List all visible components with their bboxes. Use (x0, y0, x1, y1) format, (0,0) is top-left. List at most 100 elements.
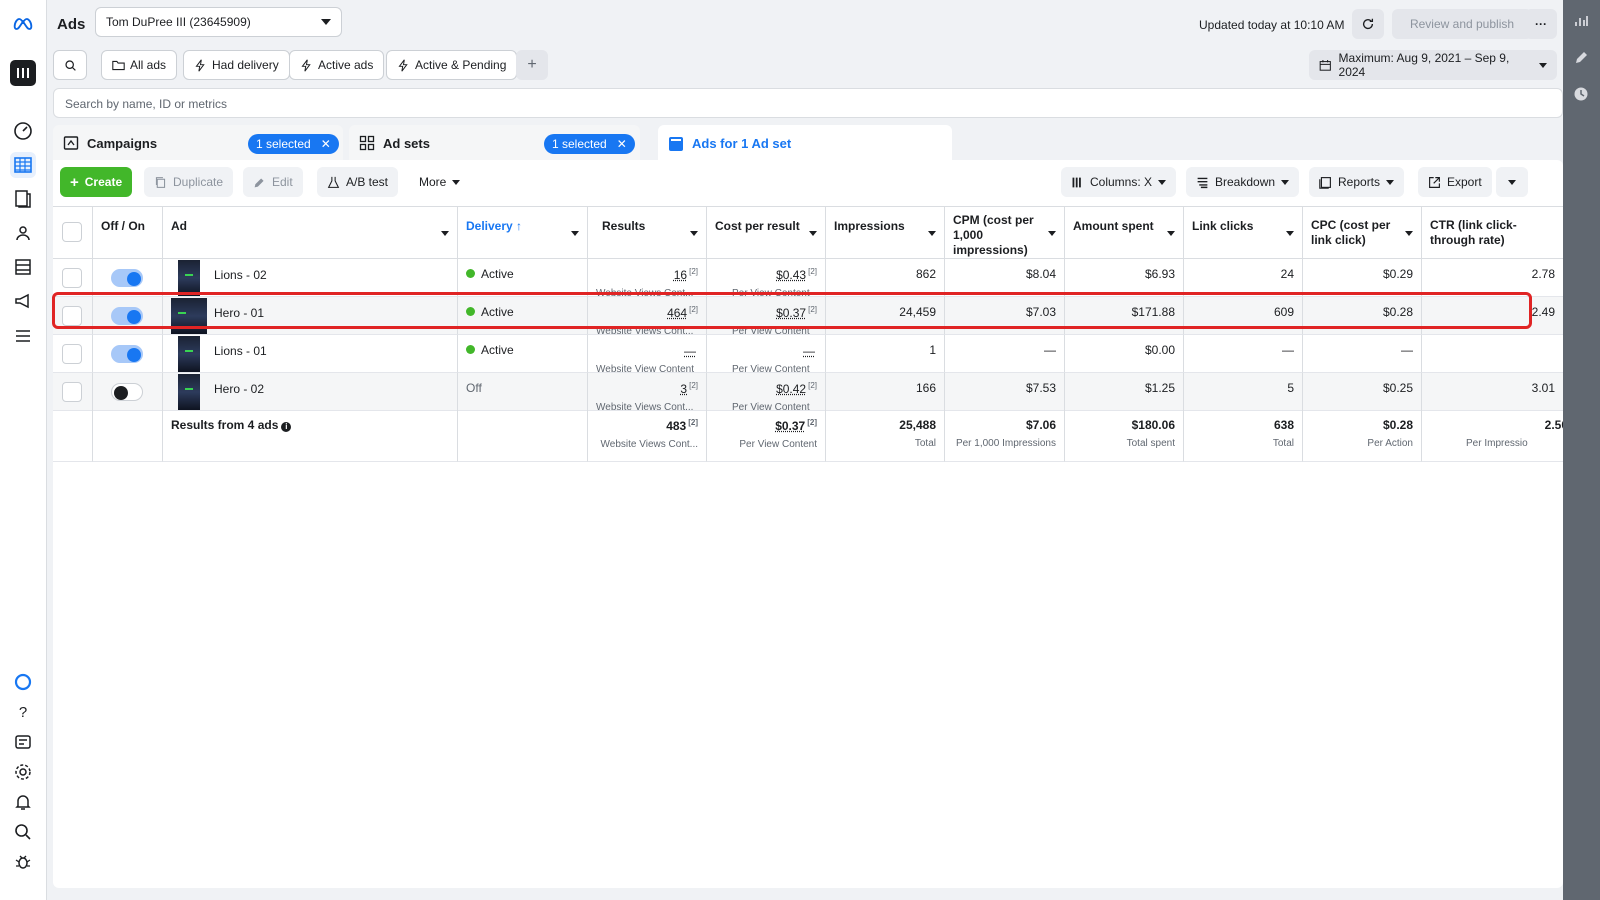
ad-name[interactable]: Hero - 01 (214, 306, 264, 320)
search-input[interactable]: Search by name, ID or metrics (53, 88, 1563, 118)
chevron-down-icon (1158, 179, 1167, 185)
ad-toggle[interactable] (111, 307, 143, 325)
col-amount-spent[interactable]: Amount spent (1065, 206, 1184, 259)
pencil-icon[interactable] (1573, 50, 1591, 68)
attribution-marker: [2] (807, 418, 817, 427)
ad-thumbnail[interactable] (178, 374, 200, 410)
columns-button[interactable]: Columns: X (1061, 167, 1177, 197)
close-icon[interactable]: ✕ (321, 137, 331, 151)
row-checkbox[interactable] (62, 382, 82, 402)
filter-had-delivery[interactable]: Had delivery (183, 50, 290, 80)
totals-cpm-sub: Per 1,000 Impressions (955, 438, 1056, 449)
filter-active-ads[interactable]: Active ads (289, 50, 385, 80)
ad-thumbnail[interactable] (178, 260, 200, 296)
refresh-button[interactable] (1352, 9, 1384, 39)
menu-icon[interactable] (10, 323, 36, 349)
filter-all-ads[interactable]: All ads (101, 50, 178, 80)
news-icon[interactable] (10, 729, 36, 755)
cpr-value[interactable]: $0.37 (776, 306, 806, 320)
close-icon[interactable]: ✕ (617, 137, 627, 151)
ab-test-button[interactable]: A/B test (317, 167, 399, 197)
col-ad[interactable]: Ad (163, 206, 458, 259)
totals-spent-sub: Total spent (1126, 438, 1175, 449)
ad-name[interactable]: Lions - 02 (214, 268, 267, 282)
bell-icon[interactable] (10, 789, 36, 815)
ad-toggle[interactable] (111, 269, 143, 287)
col-ctr[interactable]: CTR (link click-through rate) (1422, 206, 1563, 259)
selection-pill[interactable]: 1 selected ✕ (544, 134, 635, 154)
more-options-button[interactable]: ··· (1525, 9, 1557, 39)
export-options-button[interactable] (1496, 167, 1528, 197)
updated-status: Updated today at 10:10 AM (1199, 18, 1345, 32)
chevron-down-icon (809, 231, 817, 236)
search-icon[interactable] (10, 819, 36, 845)
account-avatar[interactable] (10, 60, 36, 86)
ad-name[interactable]: Lions - 01 (214, 344, 267, 358)
col-cpc[interactable]: CPC (cost per link click) (1303, 206, 1422, 259)
col-off-on[interactable]: Off / On (93, 206, 163, 259)
cpr-value[interactable]: $0.42 (776, 382, 806, 396)
megaphone-icon[interactable] (10, 288, 36, 314)
table-icon[interactable] (10, 152, 36, 178)
ad-icon (669, 136, 683, 151)
audience-icon[interactable] (10, 220, 36, 246)
catalog-icon[interactable] (10, 254, 36, 280)
row-checkbox[interactable] (62, 344, 82, 364)
cpm-value: $8.04 (1025, 267, 1056, 281)
bug-icon[interactable] (10, 849, 36, 875)
meta-logo[interactable] (10, 11, 36, 37)
col-results[interactable]: Results (588, 206, 707, 259)
reports-button[interactable]: Reports (1309, 167, 1405, 197)
tab-campaigns[interactable]: Campaigns 1 selected ✕ (53, 125, 343, 161)
search-toggle-button[interactable] (53, 50, 87, 80)
folder-icon (63, 136, 79, 150)
ad-toggle[interactable] (111, 345, 143, 363)
breakdown-button[interactable]: Breakdown (1186, 167, 1300, 197)
filter-label: Active & Pending (415, 58, 507, 72)
col-cpm[interactable]: CPM (cost per 1,000 impressions) (945, 206, 1065, 259)
results-value[interactable]: 464 (667, 306, 687, 320)
col-delivery[interactable]: Delivery ↑ (458, 206, 588, 259)
review-publish-button[interactable]: Review and publish (1392, 9, 1532, 39)
date-range-picker[interactable]: Maximum: Aug 9, 2021 – Sep 9, 2024 (1309, 50, 1557, 80)
tab-ad-sets[interactable]: Ad sets 1 selected ✕ (349, 125, 640, 161)
attribution-marker: [2] (689, 305, 698, 314)
totals-results: 483 [2] Website Views Cont... (588, 410, 707, 462)
more-button[interactable]: More (409, 167, 470, 197)
duplicate-button[interactable]: Duplicate (144, 167, 234, 197)
cpr-value[interactable]: $0.43 (776, 268, 806, 282)
results-value[interactable]: — (684, 344, 696, 358)
export-button[interactable]: Export (1418, 167, 1492, 197)
account-selector[interactable]: Tom DuPree III (23645909) (95, 7, 342, 37)
ad-toggle[interactable] (111, 383, 143, 401)
cpr-value[interactable]: — (803, 344, 815, 358)
ads-panel: + Create Duplicate Edit A/B test More Co… (53, 160, 1563, 888)
ad-thumbnail[interactable] (171, 298, 207, 334)
results-value[interactable]: 3 (680, 382, 687, 396)
clock-icon[interactable] (1573, 86, 1591, 104)
ad-thumbnail[interactable] (178, 336, 200, 372)
col-impressions[interactable]: Impressions (826, 206, 945, 259)
tab-ads[interactable]: Ads for 1 Ad set (658, 125, 952, 162)
spent-value: $171.88 (1131, 305, 1175, 319)
create-button[interactable]: + Create (60, 167, 133, 197)
col-link-clicks[interactable]: Link clicks (1184, 206, 1303, 259)
search-icon (64, 59, 76, 71)
row-checkbox[interactable] (62, 306, 82, 326)
add-filter-button[interactable]: + (516, 50, 548, 80)
dashboard-icon[interactable] (10, 118, 36, 144)
settings-icon[interactable] (10, 759, 36, 785)
select-all-checkbox[interactable] (62, 222, 82, 242)
info-icon[interactable]: i (281, 422, 292, 432)
col-cost-per-result[interactable]: Cost per result (707, 206, 826, 259)
delivery-status: Active (481, 343, 514, 357)
edit-button[interactable]: Edit (243, 167, 303, 197)
pages-icon[interactable] (10, 186, 36, 212)
help-icon[interactable]: ? (10, 699, 36, 725)
row-checkbox[interactable] (62, 268, 82, 288)
ad-name[interactable]: Hero - 02 (214, 382, 264, 396)
results-value[interactable]: 16 (674, 268, 687, 282)
selection-pill[interactable]: 1 selected ✕ (248, 134, 339, 154)
chart-icon[interactable] (1573, 13, 1591, 31)
filter-active-pending[interactable]: Active & Pending (386, 50, 518, 80)
